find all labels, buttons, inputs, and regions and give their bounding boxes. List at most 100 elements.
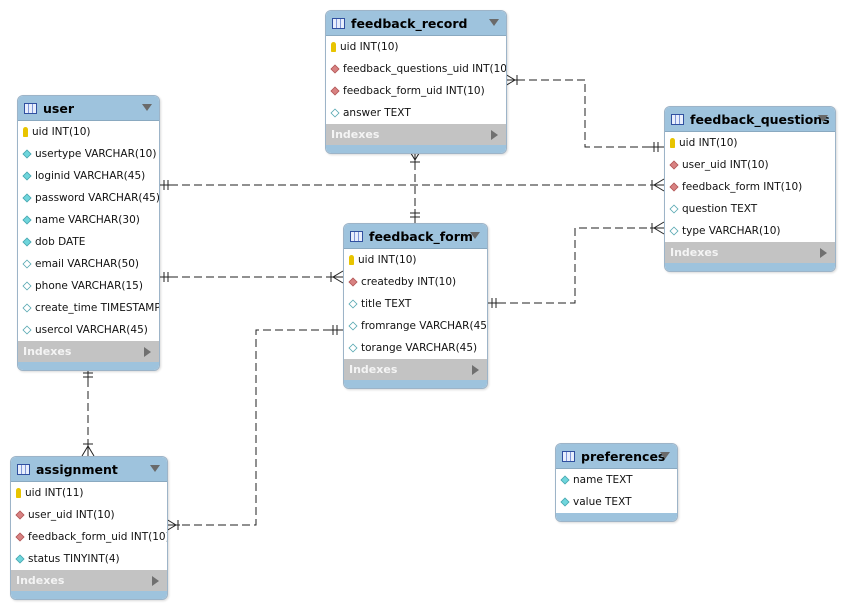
table-header[interactable]: feedback_record <box>326 11 506 36</box>
one-mandatory-marker <box>329 325 343 335</box>
table-header[interactable]: assignment <box>11 457 167 482</box>
column-row[interactable]: createdby INT(10) <box>344 271 487 293</box>
expand-arrow-icon[interactable] <box>144 347 151 357</box>
column-row[interactable]: title TEXT <box>344 293 487 315</box>
indexes-section[interactable]: Indexes <box>665 242 835 263</box>
column-row[interactable]: loginid VARCHAR(45) <box>18 165 159 187</box>
collapse-arrow-icon[interactable] <box>818 115 828 122</box>
column-row[interactable]: feedback_form INT(10) <box>665 176 835 198</box>
foreign-key-diamond-icon <box>330 86 340 96</box>
table-feedback_record[interactable]: feedback_record uid INT(10) feedback_quest… <box>325 10 507 154</box>
column-row[interactable]: phone VARCHAR(15) <box>18 275 159 297</box>
column-row[interactable]: feedback_form_uid INT(10) <box>326 80 506 102</box>
collapse-arrow-icon[interactable] <box>660 452 670 459</box>
table-icon <box>332 17 345 29</box>
column-text: title TEXT <box>361 298 412 310</box>
column-row[interactable]: dob DATE <box>18 231 159 253</box>
table-feedback_form[interactable]: feedback_form uid INT(10) createdby INT(10… <box>343 223 488 389</box>
indexes-section[interactable]: Indexes <box>344 359 487 380</box>
indexes-label: Indexes <box>331 128 380 141</box>
table-footer <box>11 591 167 599</box>
table-name: feedback_questions <box>690 111 830 127</box>
column-text: uid INT(11) <box>25 487 84 499</box>
table-icon <box>17 463 30 475</box>
indexes-label: Indexes <box>349 363 398 376</box>
table-icon <box>562 450 575 462</box>
table-header[interactable]: preferences <box>556 444 677 469</box>
column-row[interactable]: name TEXT <box>556 469 677 491</box>
indexes-label: Indexes <box>16 574 65 587</box>
foreign-key-diamond-icon <box>15 510 25 520</box>
crows-foot-many-marker <box>650 221 665 235</box>
collapse-arrow-icon[interactable] <box>150 465 160 472</box>
table-header[interactable]: feedback_form <box>344 224 487 249</box>
nullable-diamond-icon <box>669 226 679 236</box>
column-row[interactable]: question TEXT <box>665 198 835 220</box>
column-row[interactable]: answer TEXT <box>326 102 506 124</box>
table-preferences[interactable]: preferences name TEXT value TEXT <box>555 443 678 522</box>
column-row[interactable]: status TINYINT(4) <box>11 548 167 570</box>
column-row[interactable]: usercol VARCHAR(45) <box>18 319 159 341</box>
not-null-diamond-icon <box>22 215 32 225</box>
expand-arrow-icon[interactable] <box>472 365 479 375</box>
column-row[interactable]: password VARCHAR(45) <box>18 187 159 209</box>
not-null-diamond-icon <box>22 149 32 159</box>
nullable-diamond-icon <box>330 108 340 118</box>
column-text: create_time TIMESTAMP <box>35 302 160 314</box>
expand-arrow-icon[interactable] <box>491 130 498 140</box>
column-row[interactable]: email VARCHAR(50) <box>18 253 159 275</box>
crows-foot-many-marker <box>165 518 180 532</box>
foreign-key-diamond-icon <box>669 182 679 192</box>
column-text: answer TEXT <box>343 107 411 119</box>
column-row[interactable]: feedback_questions_uid INT(10) <box>326 58 506 80</box>
table-user[interactable]: user uid INT(10) usertype VARCHAR(10) login… <box>17 95 160 371</box>
crows-foot-many-marker <box>650 178 665 192</box>
relationship-line <box>166 329 343 526</box>
collapse-arrow-icon[interactable] <box>489 19 499 26</box>
column-row[interactable]: uid INT(10) <box>665 132 835 154</box>
column-text: usertype VARCHAR(10) <box>35 148 157 160</box>
table-name: user <box>43 100 74 116</box>
table-footer <box>326 145 506 153</box>
nullable-diamond-icon <box>22 281 32 291</box>
expand-arrow-icon[interactable] <box>152 576 159 586</box>
column-row[interactable]: feedback_form_uid INT(10) <box>11 526 167 548</box>
table-feedback_questions[interactable]: feedback_questionsuid INT(10) user_uid IN… <box>664 106 836 272</box>
not-null-diamond-icon <box>560 497 570 507</box>
column-row[interactable]: torange VARCHAR(45) <box>344 337 487 359</box>
column-text: status TINYINT(4) <box>28 553 120 565</box>
expand-arrow-icon[interactable] <box>820 248 827 258</box>
foreign-key-diamond-icon <box>669 160 679 170</box>
column-row[interactable]: user_uid INT(10) <box>11 504 167 526</box>
table-footer <box>665 263 835 271</box>
column-row[interactable]: usertype VARCHAR(10) <box>18 143 159 165</box>
crows-foot-many-marker <box>329 270 344 284</box>
indexes-section[interactable]: Indexes <box>11 570 167 591</box>
collapse-arrow-icon[interactable] <box>470 232 480 239</box>
column-text: createdby INT(10) <box>361 276 457 288</box>
indexes-section[interactable]: Indexes <box>326 124 506 145</box>
column-row[interactable]: name VARCHAR(30) <box>18 209 159 231</box>
nullable-diamond-icon <box>22 259 32 269</box>
column-row[interactable]: fromrange VARCHAR(45) <box>344 315 487 337</box>
primary-key-icon <box>16 488 21 498</box>
primary-key-icon <box>670 138 675 148</box>
column-row[interactable]: user_uid INT(10) <box>665 154 835 176</box>
column-row[interactable]: uid INT(11) <box>11 482 167 504</box>
column-row[interactable]: uid INT(10) <box>344 249 487 271</box>
column-text: type VARCHAR(10) <box>682 225 781 237</box>
table-assignment[interactable]: assignment uid INT(11) user_uid INT(10) fee… <box>10 456 168 600</box>
one-mandatory-marker <box>486 298 500 308</box>
not-null-diamond-icon <box>15 554 25 564</box>
column-row[interactable]: type VARCHAR(10) <box>665 220 835 242</box>
one-mandatory-marker <box>410 209 420 223</box>
column-row[interactable]: create_time TIMESTAMP <box>18 297 159 319</box>
indexes-section[interactable]: Indexes <box>18 341 159 362</box>
table-header[interactable]: feedback_questions <box>665 107 835 132</box>
column-row[interactable]: uid INT(10) <box>18 121 159 143</box>
column-row[interactable]: uid INT(10) <box>326 36 506 58</box>
column-text: dob DATE <box>35 236 86 248</box>
collapse-arrow-icon[interactable] <box>142 104 152 111</box>
column-row[interactable]: value TEXT <box>556 491 677 513</box>
table-header[interactable]: user <box>18 96 159 121</box>
